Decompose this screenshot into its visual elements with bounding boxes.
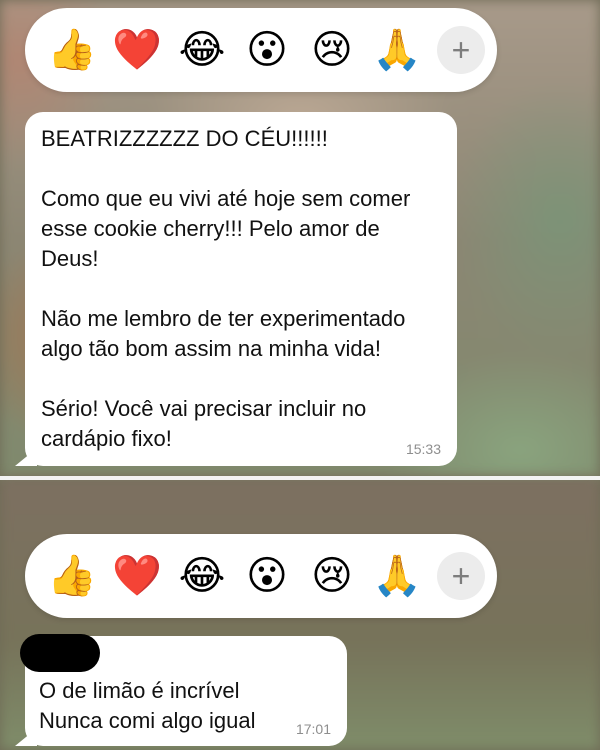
reaction-bar-bottom: 👍 ❤️ 😂 😮 😢 🙏 + — [25, 534, 497, 618]
heart-icon[interactable]: ❤️ — [110, 549, 164, 603]
thumbs-up-icon[interactable]: 👍 — [45, 23, 99, 77]
message-timestamp: 15:33 — [405, 441, 441, 457]
crying-icon[interactable]: 😢 — [305, 23, 359, 77]
more-reactions-button[interactable]: + — [437, 552, 485, 600]
thumbs-up-icon[interactable]: 👍 — [45, 549, 99, 603]
praying-hands-icon[interactable]: 🙏 — [370, 23, 424, 77]
heart-icon[interactable]: ❤️ — [110, 23, 164, 77]
crying-icon[interactable]: 😢 — [305, 549, 359, 603]
message-line: algo tão bom assim na minha vida! — [41, 336, 381, 361]
message-line: O de limão é incrível — [39, 678, 240, 703]
more-reactions-button[interactable]: + — [437, 26, 485, 74]
message-line — [41, 154, 410, 184]
message-line: Sério! Você vai precisar incluir no — [41, 396, 367, 421]
reaction-bar-top: 👍 ❤️ 😂 😮 😢 🙏 + — [25, 8, 497, 92]
message-line — [41, 364, 410, 394]
message-line: esse cookie cherry!!! Pelo amor de — [41, 216, 380, 241]
screenshot-divider — [0, 476, 600, 480]
message-line: Deus! — [41, 246, 99, 271]
message-bubble[interactable]: BEATRIZZZZZZ DO CÉU!!!!!! Como que eu viv… — [15, 112, 457, 466]
message-text: O de limão é incrível Nunca comi algo igu… — [39, 676, 255, 736]
message-line: Nunca comi algo igual — [39, 708, 256, 733]
tears-of-joy-icon[interactable]: 😂 — [175, 549, 229, 603]
bubble-tail — [15, 448, 37, 466]
redacted-sender-name — [20, 634, 100, 672]
surprised-icon[interactable]: 😮 — [240, 23, 294, 77]
message-line: Como que eu vivi até hoje sem comer — [41, 186, 411, 211]
message-line: BEATRIZZZZZZ DO CÉU!!!!!! — [41, 126, 328, 151]
tears-of-joy-icon[interactable]: 😂 — [175, 23, 229, 77]
message-timestamp: 17:01 — [295, 721, 331, 737]
bubble-tail — [15, 728, 37, 746]
message-line — [41, 274, 410, 304]
praying-hands-icon[interactable]: 🙏 — [370, 549, 424, 603]
message-line: cardápio fixo! — [41, 426, 172, 451]
message-text: BEATRIZZZZZZ DO CÉU!!!!!! Como que eu viv… — [41, 124, 410, 454]
surprised-icon[interactable]: 😮 — [240, 549, 294, 603]
message-line: Não me lembro de ter experimentado — [41, 306, 406, 331]
